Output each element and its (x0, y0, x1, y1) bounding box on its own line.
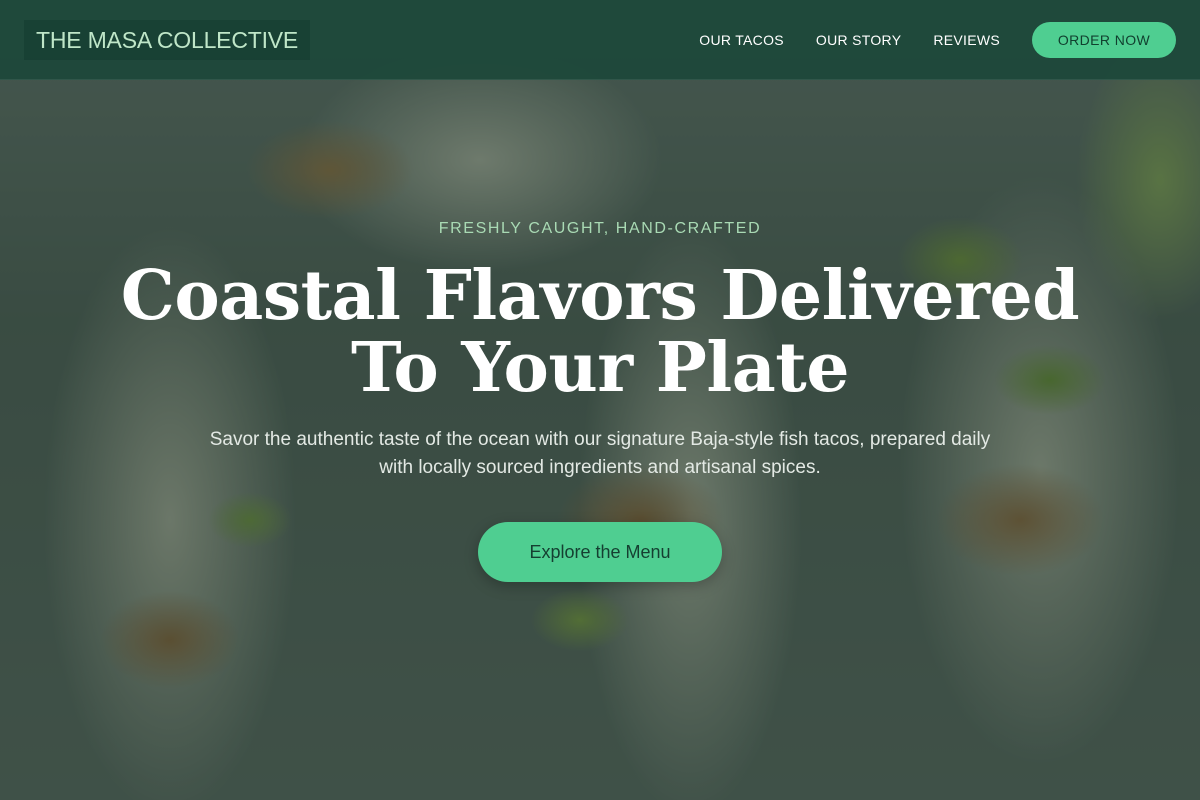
brand-logo[interactable]: THE MASA COLLECTIVE (24, 20, 311, 60)
nav-link-our-story[interactable]: OUR STORY (816, 32, 901, 48)
main-nav: OUR TACOS OUR STORY REVIEWS ORDER NOW (699, 22, 1176, 58)
site-header: THE MASA COLLECTIVE OUR TACOS OUR STORY … (0, 0, 1200, 80)
explore-menu-button[interactable]: Explore the Menu (478, 522, 722, 582)
nav-link-our-tacos[interactable]: OUR TACOS (699, 32, 784, 48)
hero-headline-line-2: To Your Plate (351, 328, 849, 408)
landing-page: THE MASA COLLECTIVE OUR TACOS OUR STORY … (0, 0, 1200, 800)
nav-link-reviews[interactable]: REVIEWS (933, 32, 1000, 48)
hero-eyebrow: FRESHLY CAUGHT, HAND-CRAFTED (438, 220, 762, 237)
hero-subtitle: Savor the authentic taste of the ocean w… (209, 429, 991, 478)
hero-headline: Coastal Flavors Delivered To Your Plate (100, 260, 1100, 404)
hero-section: FRESHLY CAUGHT, HAND-CRAFTED Coastal Fla… (0, 80, 1200, 800)
order-now-button[interactable]: ORDER NOW (1032, 22, 1176, 58)
hero-headline-line-1: Coastal Flavors Delivered (120, 256, 1080, 336)
